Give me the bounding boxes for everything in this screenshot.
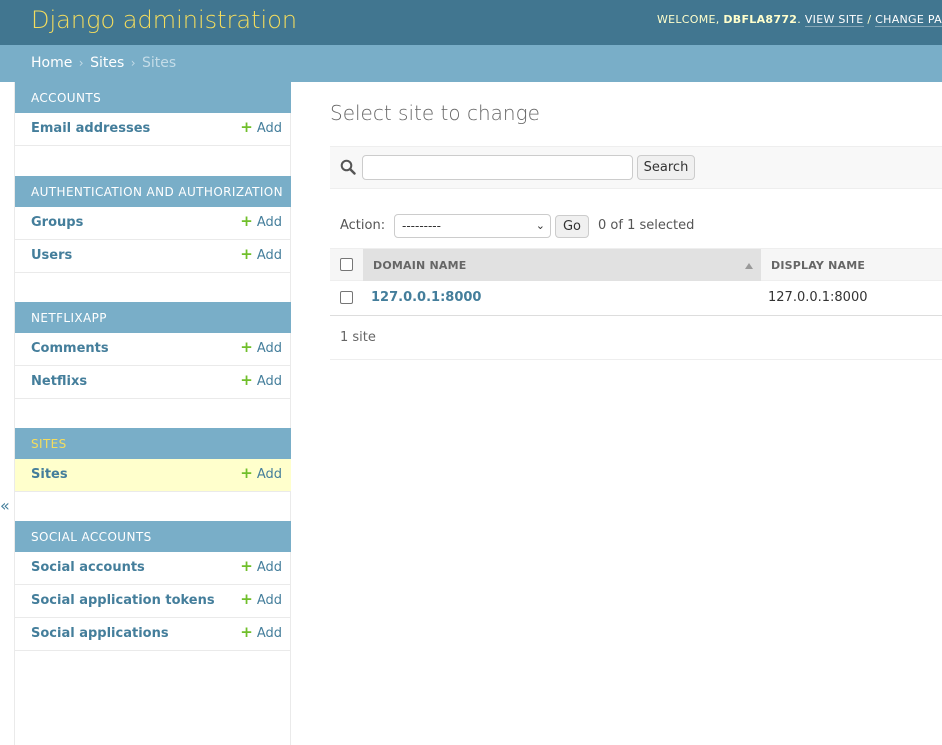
module-social-accounts: SOCIAL ACCOUNTS Social accounts + Add Soc… (15, 521, 291, 651)
go-button[interactable]: Go (555, 215, 589, 238)
model-link-email-addresses[interactable]: Email addresses (31, 121, 150, 136)
user-tools-punct: . (797, 13, 805, 26)
add-label: Add (256, 248, 282, 263)
plus-icon: + (240, 371, 253, 389)
module-caption-social-accounts[interactable]: SOCIAL ACCOUNTS (15, 521, 291, 552)
search-toolbar: Search (330, 146, 942, 189)
plus-icon: + (240, 557, 253, 575)
plus-icon: + (240, 245, 253, 263)
model-link-social-accounts[interactable]: Social accounts (31, 560, 145, 575)
result-count: 1 site (340, 330, 376, 345)
model-link-netflixs[interactable]: Netflixs (31, 374, 87, 389)
column-label-domain-name: DOMAIN NAME (373, 259, 467, 272)
sidebar-item-social-application-tokens: Social application tokens + Add (15, 585, 291, 618)
search-icon (340, 159, 356, 175)
breadcrumb-separator: › (78, 56, 84, 70)
chevron-down-icon: ⌄ (535, 219, 545, 232)
domain-name-link[interactable]: 127.0.0.1:8000 (371, 290, 481, 305)
plus-icon: + (240, 590, 253, 608)
add-site-button[interactable]: + Add (240, 464, 282, 483)
add-social-application-token-button[interactable]: + Add (240, 590, 282, 609)
module-sites: SITES Sites + Add (15, 428, 291, 492)
result-list-table: DOMAIN NAME DISPLAY NAME 127.0.0.1:8000 … (330, 248, 942, 316)
add-label: Add (256, 467, 282, 482)
sidebar-item-social-accounts: Social accounts + Add (15, 552, 291, 585)
plus-icon: + (240, 338, 253, 356)
action-selected-option: --------- (402, 219, 441, 233)
model-link-users[interactable]: Users (31, 248, 72, 263)
select-all-cell (330, 249, 363, 281)
column-header-domain-name[interactable]: DOMAIN NAME (363, 249, 760, 281)
add-label: Add (256, 626, 282, 641)
welcome-text: WELCOME, (656, 13, 724, 26)
nav-sidebar: ACCOUNTS Email addresses + Add AUTHENTICA… (14, 82, 291, 745)
add-label: Add (256, 593, 282, 608)
sidebar-item-comments: Comments + Add (15, 333, 291, 366)
model-link-comments[interactable]: Comments (31, 341, 109, 356)
module-auth: AUTHENTICATION AND AUTHORIZATION Groups … (15, 176, 291, 273)
actions-bar: Action: --------- ⌄ Go 0 of 1 selected (330, 213, 942, 239)
model-link-groups[interactable]: Groups (31, 215, 83, 230)
row-checkbox[interactable] (340, 291, 353, 304)
module-caption-accounts[interactable]: ACCOUNTS (15, 82, 291, 113)
action-select[interactable]: --------- ⌄ (394, 214, 551, 238)
add-social-account-button[interactable]: + Add (240, 557, 282, 576)
breadcrumb-app-sites[interactable]: Sites (90, 55, 124, 71)
module-caption-auth[interactable]: AUTHENTICATION AND AUTHORIZATION (15, 176, 291, 207)
view-site-link[interactable]: VIEW SITE (804, 13, 864, 27)
sidebar-item-users: Users + Add (15, 240, 291, 273)
add-group-button[interactable]: + Add (240, 212, 282, 231)
add-label: Add (256, 215, 282, 230)
module-caption-sites[interactable]: SITES (15, 428, 291, 459)
module-accounts: ACCOUNTS Email addresses + Add (15, 82, 291, 146)
add-email-address-button[interactable]: + Add (240, 118, 282, 137)
column-label-display-name: DISPLAY NAME (771, 259, 866, 272)
plus-icon: + (240, 212, 253, 230)
breadcrumb: Home › Sites › Sites (0, 45, 942, 82)
add-label: Add (256, 341, 282, 356)
change-password-link[interactable]: CHANGE PA (875, 13, 942, 27)
sort-ascending-icon[interactable] (745, 263, 753, 269)
add-user-button[interactable]: + Add (240, 245, 282, 264)
plus-icon: + (240, 623, 253, 641)
plus-icon: + (240, 118, 253, 136)
sidebar-item-netflixs: Netflixs + Add (15, 366, 291, 399)
add-social-application-button[interactable]: + Add (240, 623, 282, 642)
user-tools-slash: / (863, 13, 876, 26)
model-link-social-applications[interactable]: Social applications (31, 626, 169, 641)
add-label: Add (256, 560, 282, 575)
site-title[interactable]: Django administration (31, 6, 297, 34)
table-row: 127.0.0.1:8000 127.0.0.1:8000 (330, 281, 942, 316)
module-netflixapp: NETFLIXAPP Comments + Add Netflixs + Add (15, 302, 291, 399)
column-header-display-name[interactable]: DISPLAY NAME (760, 249, 942, 281)
add-comment-button[interactable]: + Add (240, 338, 282, 357)
sidebar-item-groups: Groups + Add (15, 207, 291, 240)
breadcrumb-current: Sites (141, 55, 177, 71)
page-title: Select site to change (330, 101, 540, 125)
add-label: Add (256, 121, 282, 136)
add-label: Add (256, 374, 282, 389)
sidebar-item-social-applications: Social applications + Add (15, 618, 291, 651)
username: DBFLA8772 (723, 13, 798, 26)
breadcrumb-home[interactable]: Home (31, 55, 72, 71)
search-input[interactable] (362, 155, 633, 180)
search-button[interactable]: Search (637, 155, 695, 180)
user-tools: WELCOME, DBFLA8772. VIEW SITE / CHANGE P… (656, 13, 942, 27)
select-all-checkbox[interactable] (340, 258, 353, 271)
action-counter: 0 of 1 selected (598, 218, 695, 233)
header: Django administration WELCOME, DBFLA8772… (0, 0, 942, 45)
toggle-sidebar-button[interactable]: « (0, 496, 10, 515)
add-netflix-button[interactable]: + Add (240, 371, 282, 390)
sidebar-item-email-addresses: Email addresses + Add (15, 113, 291, 146)
paginator: 1 site (330, 318, 942, 360)
module-caption-netflixapp[interactable]: NETFLIXAPP (15, 302, 291, 333)
model-link-social-application-tokens[interactable]: Social application tokens (31, 593, 215, 608)
plus-icon: + (240, 464, 253, 482)
model-link-sites[interactable]: Sites (31, 467, 68, 482)
sidebar-item-sites: Sites + Add (15, 459, 291, 492)
table-header: DOMAIN NAME DISPLAY NAME (330, 248, 942, 281)
action-label: Action: (340, 218, 386, 233)
display-name-cell: 127.0.0.1:8000 (768, 290, 868, 305)
breadcrumb-separator: › (130, 56, 136, 70)
